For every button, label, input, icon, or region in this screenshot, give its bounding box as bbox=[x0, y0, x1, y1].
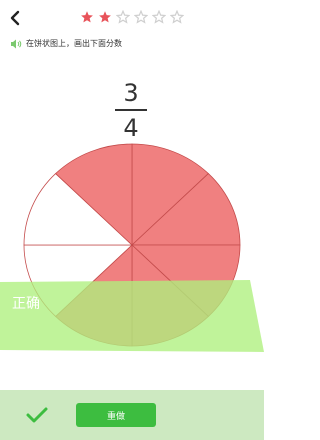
star-icon bbox=[134, 10, 148, 24]
progress-stars bbox=[80, 10, 184, 24]
checkmark-icon[interactable] bbox=[24, 404, 50, 426]
speaker-icon[interactable] bbox=[10, 38, 22, 50]
star-icon bbox=[81, 11, 93, 23]
top-bar bbox=[0, 0, 264, 36]
target-fraction: 3 4 bbox=[108, 80, 154, 141]
instruction-row: 在饼状图上，画出下面分数 bbox=[10, 36, 122, 52]
instruction-text: 在饼状图上，画出下面分数 bbox=[26, 39, 122, 48]
result-text: 正确 bbox=[12, 296, 40, 312]
chevron-left-icon[interactable] bbox=[6, 8, 26, 28]
star-icon bbox=[99, 11, 111, 23]
redo-button[interactable]: 重做 bbox=[76, 403, 156, 427]
fraction-denominator: 4 bbox=[123, 114, 139, 142]
result-banner bbox=[0, 280, 264, 352]
star-icon bbox=[152, 10, 166, 24]
fraction-numerator: 3 bbox=[123, 79, 139, 107]
fraction-bar bbox=[115, 109, 147, 111]
star-icon bbox=[116, 10, 130, 24]
star-icon bbox=[170, 10, 184, 24]
